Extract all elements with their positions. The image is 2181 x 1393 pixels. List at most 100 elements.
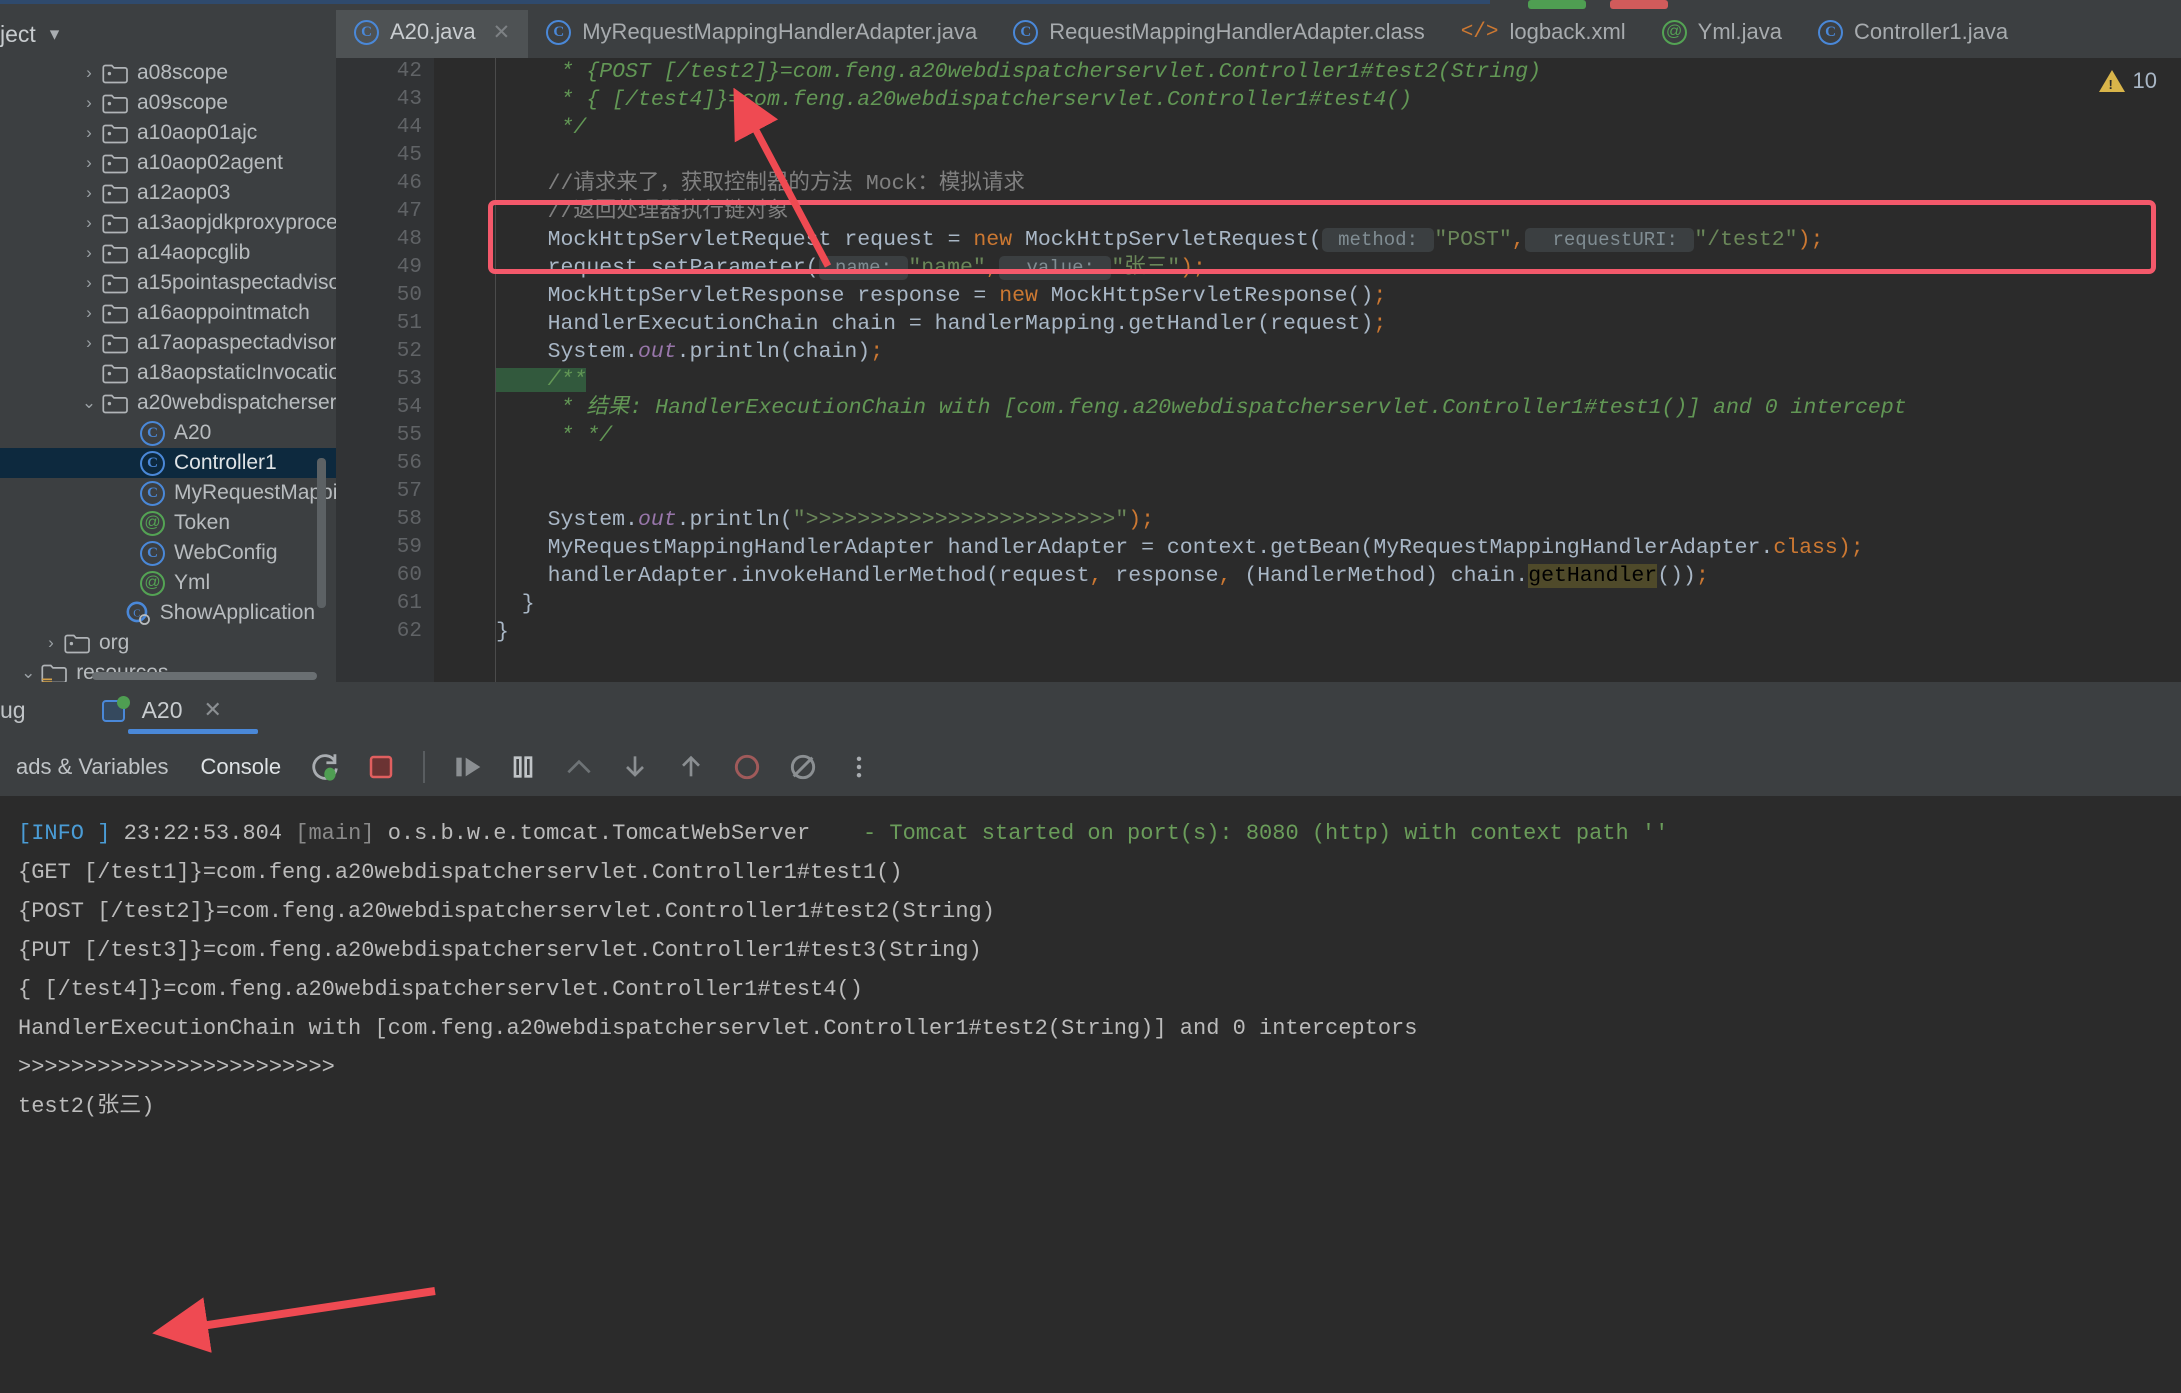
tree-item-a20[interactable]: C A20 <box>0 418 336 448</box>
tree-item-myrequestmapping[interactable]: C MyRequestMapping <box>0 478 336 508</box>
tree-item-controller1[interactable]: C Controller1 <box>0 448 336 478</box>
code-line[interactable]: } <box>496 618 2181 646</box>
sidebar-horizontal-scrollbar[interactable] <box>92 672 317 680</box>
editor-tab-yml-java[interactable]: @ Yml.java <box>1644 10 1800 58</box>
step-out-icon[interactable] <box>559 747 599 787</box>
tree-item-a15pointaspectadvisor[interactable]: › a15pointaspectadvisor <box>0 268 336 298</box>
tree-item-a20webdispatcherservle[interactable]: ⌄ a20webdispatcherservle <box>0 388 336 418</box>
view-breakpoints-icon[interactable] <box>783 747 823 787</box>
code-line[interactable]: request.setParameter( name: "name", valu… <box>496 254 2181 282</box>
resume-program-icon[interactable] <box>447 747 487 787</box>
java-class-icon: C <box>140 480 165 506</box>
tree-item-a08scope[interactable]: › a08scope <box>0 58 336 88</box>
chevron-down-icon[interactable]: ⌄ <box>76 393 102 413</box>
run-button[interactable] <box>1528 0 1586 9</box>
inspection-warning-badge[interactable]: 10 <box>2098 68 2157 94</box>
code-token: .println(chain) <box>676 340 871 364</box>
pause-program-icon[interactable] <box>503 747 543 787</box>
code-token: MockHttpServletResponse() <box>1050 284 1374 308</box>
project-tool-window-header[interactable]: ject ▾ <box>0 10 59 58</box>
code-line[interactable]: System.out.println(chain); <box>496 338 2181 366</box>
step-into-icon[interactable] <box>615 747 655 787</box>
tree-item-token[interactable]: @ Token <box>0 508 336 538</box>
close-icon[interactable]: ✕ <box>493 20 511 45</box>
console-output[interactable]: [INFO ] 23:22:53.804 [main] o.s.b.w.e.to… <box>0 796 2181 1393</box>
chevron-right-icon[interactable]: › <box>76 123 102 143</box>
tree-item-a09scope[interactable]: › a09scope <box>0 88 336 118</box>
code-line[interactable]: * {POST [/test2]}=com.feng.a20webdispatc… <box>496 58 2181 86</box>
run-configuration-tab[interactable]: A20 ✕ <box>88 682 258 738</box>
code-line[interactable]: /** <box>496 366 2181 394</box>
mute-breakpoints-icon[interactable] <box>727 747 767 787</box>
chevron-right-icon[interactable]: › <box>76 213 102 233</box>
code-text[interactable]: * {POST [/test2]}=com.feng.a20webdispatc… <box>496 58 2181 646</box>
chevron-right-icon[interactable]: › <box>76 273 102 293</box>
code-line[interactable]: */ <box>496 114 2181 142</box>
folder-icon <box>102 333 128 354</box>
code-line[interactable] <box>496 478 2181 506</box>
tree-item-a12aop03[interactable]: › a12aop03 <box>0 178 336 208</box>
chevron-right-icon[interactable]: › <box>76 93 102 113</box>
tree-item-a13aopjdkproxyprocess[interactable]: › a13aopjdkproxyprocess <box>0 208 336 238</box>
code-token: name: <box>818 256 909 280</box>
java-class-icon: C <box>140 540 165 566</box>
editor-tab-controller1-java[interactable]: C Controller1.java <box>1800 10 2026 58</box>
stop-icon[interactable] <box>361 747 401 787</box>
chevron-right-icon[interactable]: › <box>76 333 102 353</box>
chevron-down-icon[interactable]: ⌄ <box>15 663 41 682</box>
editor-gutter-fold-area[interactable] <box>434 58 496 682</box>
chevron-right-icon[interactable]: › <box>76 183 102 203</box>
code-line[interactable]: HandlerExecutionChain chain = handlerMap… <box>496 310 2181 338</box>
code-line[interactable]: MyRequestMappingHandlerAdapter handlerAd… <box>496 534 2181 562</box>
code-line[interactable] <box>496 450 2181 478</box>
editor-tab-a20-java[interactable]: C A20.java ✕ <box>336 10 529 58</box>
tab-threads-variables[interactable]: ads & Variables <box>0 754 184 780</box>
tree-item-a14aopcglib[interactable]: › a14aopcglib <box>0 238 336 268</box>
tree-item-org[interactable]: › org <box>0 628 336 658</box>
tree-item-a10aop01ajc[interactable]: › a10aop01ajc <box>0 118 336 148</box>
chevron-right-icon[interactable]: › <box>76 63 102 83</box>
tree-item-a10aop02agent[interactable]: › a10aop02agent <box>0 148 336 178</box>
close-icon[interactable]: ✕ <box>204 697 222 723</box>
code-line[interactable]: MockHttpServletResponse response = new M… <box>496 282 2181 310</box>
stop-button-top[interactable] <box>1610 0 1668 9</box>
tree-item-showapplication[interactable]: C ShowApplication <box>0 598 336 628</box>
tree-item-a18aopstaticinvocation[interactable]: a18aopstaticInvocation <box>0 358 336 388</box>
folder-icon <box>102 63 128 84</box>
chevron-right-icon[interactable]: › <box>76 153 102 173</box>
step-over-icon[interactable] <box>671 747 711 787</box>
code-line[interactable]: * 结果: HandlerExecutionChain with [com.fe… <box>496 394 2181 422</box>
tree-item-a17aopaspectadvisor[interactable]: › a17aopaspectadvisor <box>0 328 336 358</box>
code-line[interactable]: handlerAdapter.invokeHandlerMethod(reque… <box>496 562 2181 590</box>
chevron-right-icon[interactable]: › <box>76 243 102 263</box>
tree-item-a16aoppointmatch[interactable]: › a16aoppointmatch <box>0 298 336 328</box>
class-glyph: C <box>140 540 165 566</box>
debug-tool-window: ug A20 ✕ ads & Variables Console [INFO]… <box>0 682 2181 1393</box>
project-tree[interactable]: › a08scope › a09scope › a10aop01ajc › a10aop02a… <box>0 58 336 682</box>
editor-tab-myrequestmappinghandleradapter-java[interactable]: C MyRequestMappingHandlerAdapter.java <box>528 10 995 58</box>
code-line[interactable]: //请求来了，获取控制器的方法 Mock：模拟请求 <box>496 170 2181 198</box>
chevron-down-icon[interactable]: ▾ <box>50 25 60 44</box>
more-options-icon[interactable] <box>839 747 879 787</box>
editor-tab-logback-xml[interactable]: </> logback.xml <box>1443 10 1644 58</box>
code-editor[interactable]: 42 43 44 45 46 47 48 49 50 51 52 53 54 55 56 57 58 59 60 61… <box>336 58 2181 682</box>
tab-console[interactable]: Console <box>184 754 297 780</box>
tree-item-webconfig[interactable]: C WebConfig <box>0 538 336 568</box>
rerun-debug-icon[interactable] <box>305 747 345 787</box>
code-line[interactable]: //返回处理器执行链对象 <box>496 198 2181 226</box>
code-line[interactable]: MockHttpServletRequest request = new Moc… <box>496 226 2181 254</box>
code-line[interactable] <box>496 142 2181 170</box>
code-line[interactable]: } <box>496 590 2181 618</box>
tree-item-yml[interactable]: @ Yml <box>0 568 336 598</box>
sidebar-vertical-scrollbar[interactable] <box>317 458 326 608</box>
folder-icon <box>102 393 128 414</box>
code-line[interactable]: * */ <box>496 422 2181 450</box>
chevron-right-icon[interactable]: › <box>38 633 64 653</box>
editor-tab-requestmappinghandleradapter-class[interactable]: C RequestMappingHandlerAdapter.class <box>995 10 1442 58</box>
console-token: {GET [/test1]}=com.feng.a20webdispatcher… <box>18 860 903 885</box>
chevron-right-icon[interactable]: › <box>76 303 102 323</box>
tree-item-label: ShowApplication <box>159 601 316 624</box>
code-token: * */ <box>496 424 613 448</box>
code-line[interactable]: * { [/test4]}=com.feng.a20webdispatchers… <box>496 86 2181 114</box>
code-line[interactable]: System.out.println(">>>>>>>>>>>>>>>>>>>>… <box>496 506 2181 534</box>
